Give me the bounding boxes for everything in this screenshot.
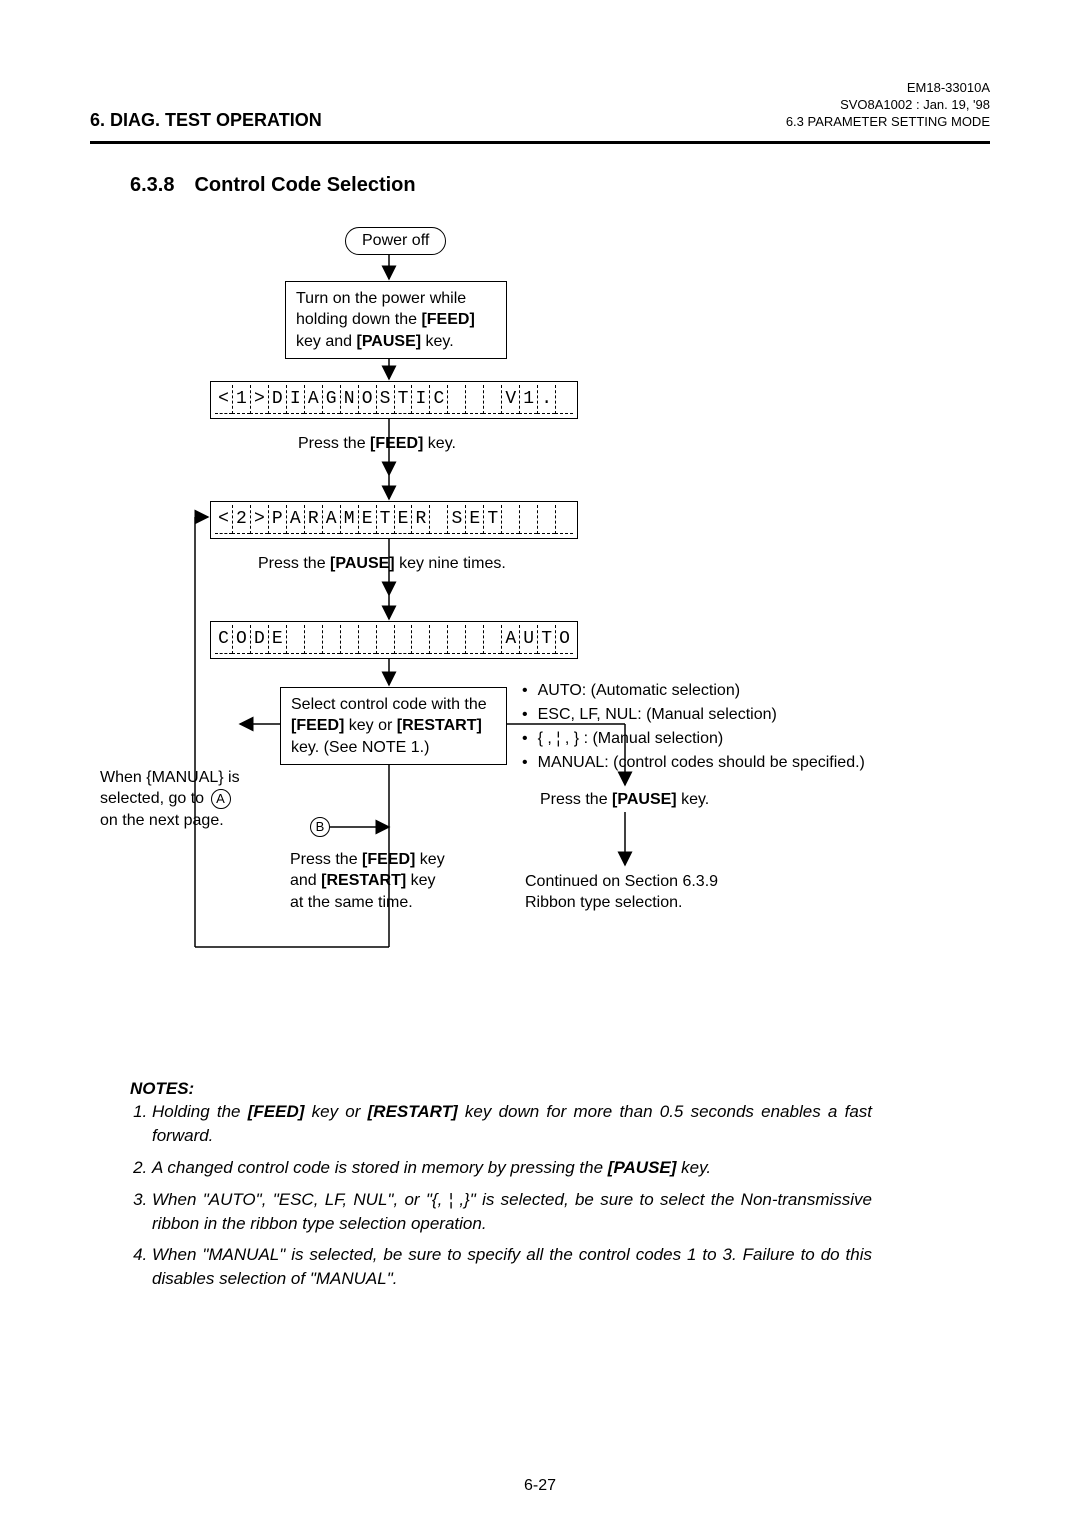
select-code-box: Select control code with the [FEED] key … [280, 687, 507, 766]
feed-key-1: [FEED] [421, 311, 474, 328]
notes-block: NOTES: Holding the [FEED] key or [RESTAR… [130, 1077, 950, 1299]
turn-on-line2a: holding down the [296, 311, 421, 328]
continued-text: Continued on Section 6.3.9 Ribbon type s… [525, 871, 718, 914]
press-both-step: Press the [FEED] key and [RESTART] key a… [290, 849, 445, 914]
page-header: 6. DIAG. TEST OPERATION EM18-33010A SVO8… [90, 80, 990, 131]
pause-key-n2: [PAUSE] [608, 1158, 677, 1177]
section-title: Control Code Selection [194, 174, 415, 196]
lcd-display-1: <1>DIAGNOSTIC V1. [210, 381, 578, 419]
turn-on-box: Turn on the power while holding down the… [285, 281, 507, 360]
manual-branch-text: When {MANUAL} is selected, go to A on th… [100, 767, 240, 832]
notes-label: NOTES: [130, 1077, 220, 1101]
restart-key-2: [RESTART] [321, 872, 406, 889]
header-rule [90, 141, 990, 144]
pause-key-3: [PAUSE] [612, 791, 677, 808]
circled-b: B [310, 817, 330, 837]
lcd-display-2: <2>PARAMETER SET [210, 501, 578, 539]
restart-key-n1: [RESTART] [368, 1102, 458, 1121]
turn-on-line3c: key. [421, 333, 454, 350]
pause-key-1: [PAUSE] [356, 333, 421, 350]
options-list: AUTO: (Automatic selection) ESC, LF, NUL… [522, 679, 865, 775]
turn-on-line1: Turn on the power while [296, 290, 466, 307]
press-feed-step: Press the [FEED] key. [298, 433, 456, 455]
notes-list: Holding the [FEED] key or [RESTART] key … [130, 1100, 872, 1299]
doc-date: SVO8A1002 : Jan. 19, '98 [786, 97, 990, 114]
header-right: EM18-33010A SVO8A1002 : Jan. 19, '98 6.3… [786, 80, 990, 131]
header-left: 6. DIAG. TEST OPERATION [90, 110, 322, 131]
circled-a: A [211, 789, 231, 809]
option-esc: ESC, LF, NUL: (Manual selection) [522, 703, 865, 727]
flowchart: Power off Turn on the power while holdin… [130, 227, 950, 1027]
page-number: 6-27 [0, 1477, 1080, 1495]
section-number: 6.3.8 [130, 174, 174, 196]
power-off-node: Power off [345, 227, 446, 255]
doc-section: 6.3 PARAMETER SETTING MODE [786, 114, 990, 131]
feed-key-2: [FEED] [370, 435, 423, 452]
feed-key-4: [FEED] [362, 851, 415, 868]
note-3: When "AUTO", "ESC, LF, NUL", or "{, ¦ ,}… [152, 1188, 872, 1236]
pause-key-2: [PAUSE] [330, 555, 395, 572]
page: 6. DIAG. TEST OPERATION EM18-33010A SVO8… [0, 0, 1080, 1525]
lcd-display-3: CODE AUTO [210, 621, 578, 659]
option-auto: AUTO: (Automatic selection) [522, 679, 865, 703]
note-1: Holding the [FEED] key or [RESTART] key … [152, 1100, 872, 1148]
feed-key-n1: [FEED] [248, 1102, 305, 1121]
feed-key-3: [FEED] [291, 717, 344, 734]
note-2: A changed control code is stored in memo… [152, 1156, 872, 1180]
doc-number: EM18-33010A [786, 80, 990, 97]
note-4: When "MANUAL" is selected, be sure to sp… [152, 1243, 872, 1291]
circled-b-label: B [308, 817, 332, 837]
section-heading: 6.3.8 Control Code Selection [130, 174, 990, 197]
press-pause-nine-step: Press the [PAUSE] key nine times. [258, 553, 506, 575]
turn-on-line3a: key and [296, 333, 356, 350]
option-braces: { , ¦ , } : (Manual selection) [522, 727, 865, 751]
press-pause-step: Press the [PAUSE] key. [540, 789, 709, 811]
restart-key-1: [RESTART] [397, 717, 482, 734]
option-manual: MANUAL: (control codes should be specifi… [522, 751, 865, 775]
